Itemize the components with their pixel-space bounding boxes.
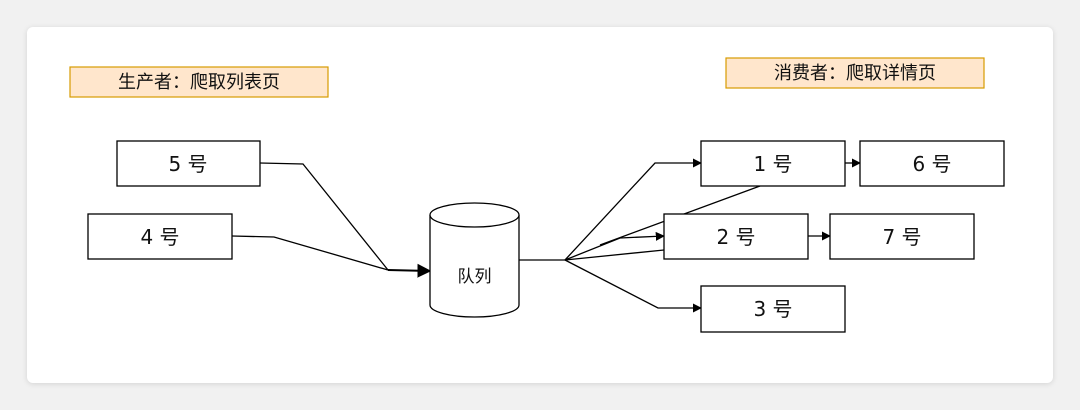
queue-label: 队列 [458, 267, 492, 287]
consumer-box-1-label: 1 号 [753, 152, 792, 176]
connector-queue-c3 [564, 259, 702, 313]
producer-label-text: 生产者：爬取列表页 [118, 72, 280, 93]
producer-label: 生产者：爬取列表页 [69, 66, 329, 98]
task-box-6: 6 号 [859, 140, 1005, 187]
producer-box-4: 4 号 [87, 213, 233, 260]
task-box-7: 7 号 [829, 213, 975, 260]
producer-connectors [231, 162, 432, 278]
connector-queue-c2-extra [564, 249, 665, 261]
consumer-box-3-label: 3 号 [753, 297, 792, 321]
queue-cylinder: 队列 [429, 202, 520, 318]
connector-p5-queue [259, 162, 389, 271]
queue-diagram: 生产者：爬取列表页 消费者：爬取详情页 5 号 4 号 队列 1 号 2 号 3… [69, 57, 1005, 333]
consumer-box-3: 3 号 [700, 285, 846, 333]
consumer-box-2-label: 2 号 [716, 225, 755, 249]
consumer-label: 消费者：爬取详情页 [725, 57, 985, 89]
consumer-box-1: 1 号 [700, 140, 846, 187]
producer-box-4-label: 4 号 [140, 225, 179, 249]
producer-box-5: 5 号 [116, 140, 261, 187]
queue-cylinder-body [429, 215, 520, 318]
task-box-6-label: 6 号 [912, 152, 951, 176]
consumer-label-text: 消费者：爬取详情页 [774, 63, 936, 84]
queue-cylinder-top [429, 202, 520, 228]
task-box-7-label: 7 号 [882, 225, 921, 249]
producer-box-5-label: 5 号 [168, 152, 207, 176]
consumer-box-2: 2 号 [663, 213, 809, 260]
connector-into-queue [387, 263, 432, 278]
